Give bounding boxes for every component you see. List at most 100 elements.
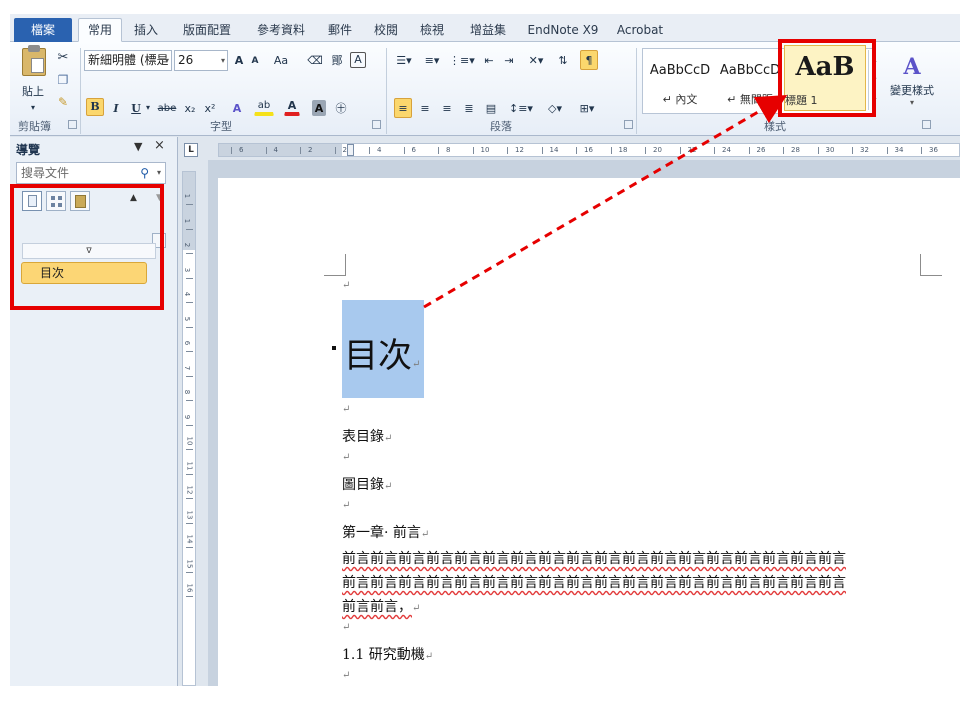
paste-dropdown-icon[interactable]: ▾ [28, 98, 38, 118]
nav-pane-close-icon[interactable]: × [154, 138, 165, 153]
text-effects-icon[interactable]: A [228, 98, 246, 118]
paste-icon[interactable] [22, 45, 46, 76]
search-icon[interactable]: ⚲ [140, 163, 149, 183]
doc-line-body-1[interactable]: 前言前言前言前言前言前言前言前言前言前言前言前言前言前言前言前言前言前言 [342, 548, 846, 568]
multilevel-list-icon[interactable]: ⋮≡▾ [448, 50, 475, 70]
bold-button[interactable]: B [86, 98, 104, 116]
ruler-tick [852, 147, 853, 154]
doc-line-figure-list[interactable]: 圖目錄↵ [342, 474, 392, 494]
italic-button[interactable]: I [108, 98, 124, 118]
font-launcher-icon[interactable] [372, 120, 381, 129]
character-border-button[interactable]: A [350, 52, 366, 68]
tab-review[interactable]: 校閱 [366, 19, 406, 41]
change-case-button[interactable]: Aa [268, 50, 294, 70]
enclose-characters-button[interactable]: ㊉ [332, 98, 350, 118]
ruler-tick [186, 302, 193, 303]
ruler-tick [334, 147, 336, 154]
copy-icon[interactable]: ❐ [54, 70, 72, 90]
vertical-ruler[interactable]: 1 1 2 3 4 5 6 7 8 9 10 11 12 13 14 15 16 [182, 171, 196, 686]
distributed-icon[interactable]: ▤ [482, 98, 500, 118]
document-page[interactable]: ↵ 目次↵ ↵ 表目錄↵ ↵ 圖目錄↵ ↵ 第一章· 前言↵ 前言前言前言前言前… [218, 178, 960, 686]
asian-layout-icon[interactable]: ✕▾ [524, 50, 548, 70]
clipboard-launcher-icon[interactable] [68, 120, 77, 129]
change-styles-button[interactable]: A 變更樣式 ▾ [884, 54, 940, 110]
ruler-tick [610, 147, 612, 154]
tab-acrobat[interactable]: Acrobat [612, 19, 668, 41]
ruler-tick [472, 147, 474, 154]
align-right-icon[interactable]: ≡ [438, 98, 456, 118]
borders-icon[interactable]: ⊞▾ [574, 98, 600, 118]
ruler-label: 2 [183, 242, 192, 248]
ruler-tick [886, 147, 888, 154]
crop-mark-right [920, 254, 942, 276]
style-normal[interactable]: AaBbCcD ↵ 內文 [645, 49, 715, 113]
tab-selector-icon[interactable]: L [184, 143, 198, 157]
decrease-indent-icon[interactable]: ⇤ [480, 50, 498, 70]
doc-line-body-2[interactable]: 前言前言前言前言前言前言前言前言前言前言前言前言前言前言前言前言前言前言 [342, 572, 846, 592]
align-left-icon[interactable]: ≡ [394, 98, 412, 118]
ruler-tick [403, 147, 405, 154]
tab-mailings[interactable]: 郵件 [318, 19, 362, 41]
tab-page-layout[interactable]: 版面配置 [174, 19, 240, 41]
character-shading-button[interactable]: A [312, 100, 326, 116]
ruler-tick [186, 400, 193, 401]
highlight-button[interactable]: ab [254, 98, 274, 116]
superscript-button[interactable]: x² [202, 98, 218, 118]
grow-font-button[interactable]: A [232, 50, 246, 70]
tab-insert[interactable]: 插入 [126, 19, 166, 41]
doc-line-body-3[interactable]: 前言前言，↵ [342, 596, 420, 616]
line-spacing-icon[interactable]: ↕≡▾ [508, 98, 533, 118]
increase-indent-icon[interactable]: ⇥ [500, 50, 518, 70]
annotation-box-heading-style [778, 39, 876, 117]
ruler-tick [645, 147, 646, 154]
bullets-icon[interactable]: ☰▾ [392, 50, 416, 70]
ruler-label: 34 [894, 146, 904, 154]
align-center-icon[interactable]: ≡ [416, 98, 434, 118]
numbering-icon[interactable]: ≡▾ [420, 50, 444, 70]
indent-marker[interactable] [347, 144, 354, 156]
ruler-label: 14 [185, 534, 194, 544]
font-color-button[interactable]: A [284, 98, 300, 116]
font-group-label: 字型 [210, 120, 232, 133]
font-name-combo[interactable]: 新細明體 (標是 ▾ [84, 50, 172, 71]
strikethrough-button[interactable]: abe [156, 98, 178, 118]
underline-dropdown-icon[interactable]: ▾ [144, 98, 152, 118]
tab-endnote[interactable]: EndNote X9 [522, 19, 604, 41]
font-size-combo[interactable]: 26 ▾ [174, 50, 228, 71]
shading-icon[interactable]: ◇▾ [542, 98, 568, 118]
ruler-label: 6 [183, 340, 192, 346]
cut-icon[interactable]: ✂ [54, 48, 72, 68]
tab-home[interactable]: 常用 [78, 18, 122, 42]
justify-icon[interactable]: ≣ [460, 98, 478, 118]
document-heading[interactable]: 目次↵ [344, 328, 420, 377]
ruler-label: 26 [756, 146, 766, 154]
ruler-label: 1 [183, 218, 192, 223]
styles-launcher-icon[interactable] [922, 120, 931, 129]
horizontal-ruler[interactable]: 6 4 2 2 4 6 8 10 12 14 16 18 20 22 24 26 28 30 32 34 36 [218, 143, 960, 157]
ruler-label: 7 [183, 365, 192, 370]
ruler-label: 3 [183, 267, 192, 272]
shrink-font-button[interactable]: A [248, 50, 262, 70]
format-painter-icon[interactable]: ✎ [54, 92, 72, 112]
phonetic-guide-button[interactable]: 鄮 [328, 50, 346, 70]
tab-file[interactable]: 檔案 [14, 18, 72, 42]
underline-button[interactable]: U [128, 98, 144, 118]
subscript-button[interactable]: x₂ [182, 98, 198, 118]
tab-references[interactable]: 參考資料 [248, 19, 314, 41]
style-no-spacing[interactable]: AaBbCcD ↵ 無間距 [715, 49, 785, 113]
ruler-label: 12 [515, 146, 524, 154]
doc-line-table-list[interactable]: 表目錄↵ [342, 426, 392, 446]
search-options-icon[interactable]: ▾ [157, 163, 161, 183]
nav-search-input[interactable]: 搜尋文件 ⚲ ▾ [16, 162, 166, 184]
paragraph-launcher-icon[interactable] [624, 120, 633, 129]
doc-line-chapter-1[interactable]: 第一章· 前言↵ [342, 522, 429, 542]
sort-icon[interactable]: ⇅ [554, 50, 572, 70]
doc-line-section-1-1[interactable]: 1.1 研究動機↵ [342, 644, 433, 664]
ruler-label: 12 [185, 485, 194, 495]
ruler-label: 16 [185, 583, 194, 593]
tab-addins[interactable]: 增益集 [462, 19, 514, 41]
show-marks-icon[interactable]: ¶ [580, 50, 598, 70]
tab-view[interactable]: 檢視 [412, 19, 452, 41]
clear-format-icon[interactable]: ⌫ [306, 50, 324, 70]
nav-pane-menu-icon[interactable]: ▼ [134, 140, 142, 153]
